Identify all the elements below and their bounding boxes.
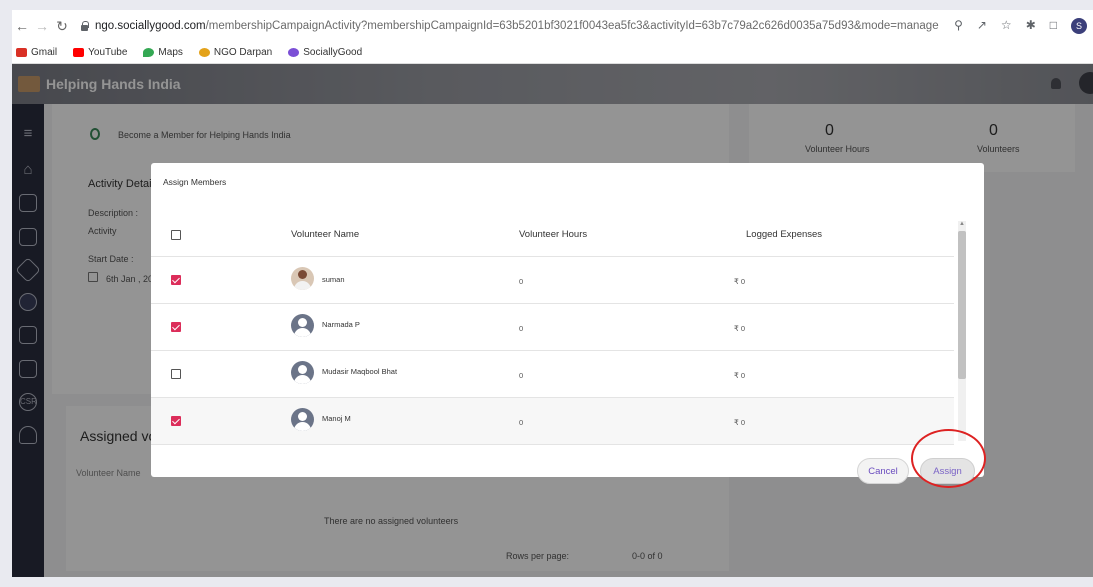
bookmarks-bar: Gmail YouTube Maps NGO Darpan SociallyGo… <box>12 42 1093 64</box>
highlight-circle <box>911 429 986 488</box>
browser-toolbar: ← → ↻ ngo.sociallygood.com/membershipCam… <box>12 10 1093 42</box>
scrollbar-thumb[interactable] <box>958 231 966 379</box>
star-icon[interactable]: ☆ <box>1001 18 1012 34</box>
sidepanel-icon[interactable]: □ <box>1050 18 1057 34</box>
avatar <box>291 408 314 431</box>
forward-icon[interactable]: → <box>32 18 52 34</box>
dialog-title: Assign Members <box>163 177 227 187</box>
row-checkbox[interactable] <box>171 369 181 379</box>
table-row[interactable]: Mudasir Maqbool Bhat 0 ₹ 0 <box>151 351 954 398</box>
bookmark-gmail[interactable]: Gmail <box>16 47 57 58</box>
bookmark-sociallygood[interactable]: SociallyGood <box>288 47 362 58</box>
youtube-icon <box>73 48 85 57</box>
back-icon[interactable]: ← <box>12 18 32 34</box>
logged-expenses: ₹ 0 <box>734 418 746 427</box>
bookmark-maps[interactable]: Maps <box>143 47 183 58</box>
column-header-volunteer-name: Volunteer Name <box>291 229 360 240</box>
reload-icon[interactable]: ↻ <box>52 18 72 35</box>
maps-pin-icon <box>143 48 155 57</box>
gmail-icon <box>16 48 27 57</box>
lock-icon <box>80 21 89 31</box>
volunteer-name: Mudasir Maqbool Bhat <box>322 367 398 376</box>
profile-avatar[interactable]: S <box>1071 18 1087 34</box>
volunteer-name: suman <box>322 275 345 284</box>
row-checkbox[interactable] <box>171 275 181 285</box>
table-row[interactable]: suman 0 ₹ 0 <box>151 257 954 304</box>
ngo-darpan-icon <box>198 48 210 57</box>
screenshot-frame: ← → ↻ ngo.sociallygood.com/membershipCam… <box>12 10 1093 577</box>
logged-expenses: ₹ 0 <box>734 371 746 380</box>
scroll-up-icon[interactable]: ▲ <box>959 221 965 227</box>
column-header-logged-expenses: Logged Expenses <box>746 229 823 240</box>
volunteer-name: Narmada P <box>322 320 360 329</box>
row-checkbox[interactable] <box>171 322 181 332</box>
row-checkbox[interactable] <box>171 416 181 426</box>
address-bar[interactable]: ngo.sociallygood.com/membershipCampaignA… <box>80 20 939 32</box>
volunteer-hours: 0 <box>519 418 524 427</box>
avatar <box>291 314 314 337</box>
sociallygood-icon <box>288 48 300 57</box>
avatar <box>291 361 314 384</box>
avatar <box>291 267 314 290</box>
extensions-icon[interactable]: ✱ <box>1026 18 1036 34</box>
volunteer-hours: 0 <box>519 371 524 380</box>
zoom-icon[interactable]: ⚲ <box>954 18 963 34</box>
share-icon[interactable]: ↗ <box>977 18 987 34</box>
browser-actions: ⚲ ↗ ☆ ✱ □ S <box>954 18 1087 34</box>
url-host: ngo.sociallygood.com <box>95 20 206 32</box>
column-header-volunteer-hours: Volunteer Hours <box>519 229 588 240</box>
volunteer-name: Manoj M <box>322 414 351 423</box>
logged-expenses: ₹ 0 <box>734 277 746 286</box>
volunteer-hours: 0 <box>519 324 524 333</box>
bookmark-ngo-darpan[interactable]: NGO Darpan <box>198 47 272 58</box>
table-row[interactable]: Narmada P 0 ₹ 0 <box>151 304 954 351</box>
bookmark-youtube[interactable]: YouTube <box>73 47 127 58</box>
assign-members-dialog: Assign Members Volunteer Name Volunteer … <box>151 163 984 484</box>
logged-expenses: ₹ 0 <box>734 324 746 333</box>
select-all-checkbox[interactable] <box>171 230 181 240</box>
cancel-button[interactable]: Cancel <box>857 458 909 484</box>
volunteer-hours: 0 <box>519 277 524 286</box>
table-row[interactable]: Manoj M 0 ₹ 0 <box>151 398 954 445</box>
url-path: /membershipCampaignActivity?membershipCa… <box>205 20 939 32</box>
